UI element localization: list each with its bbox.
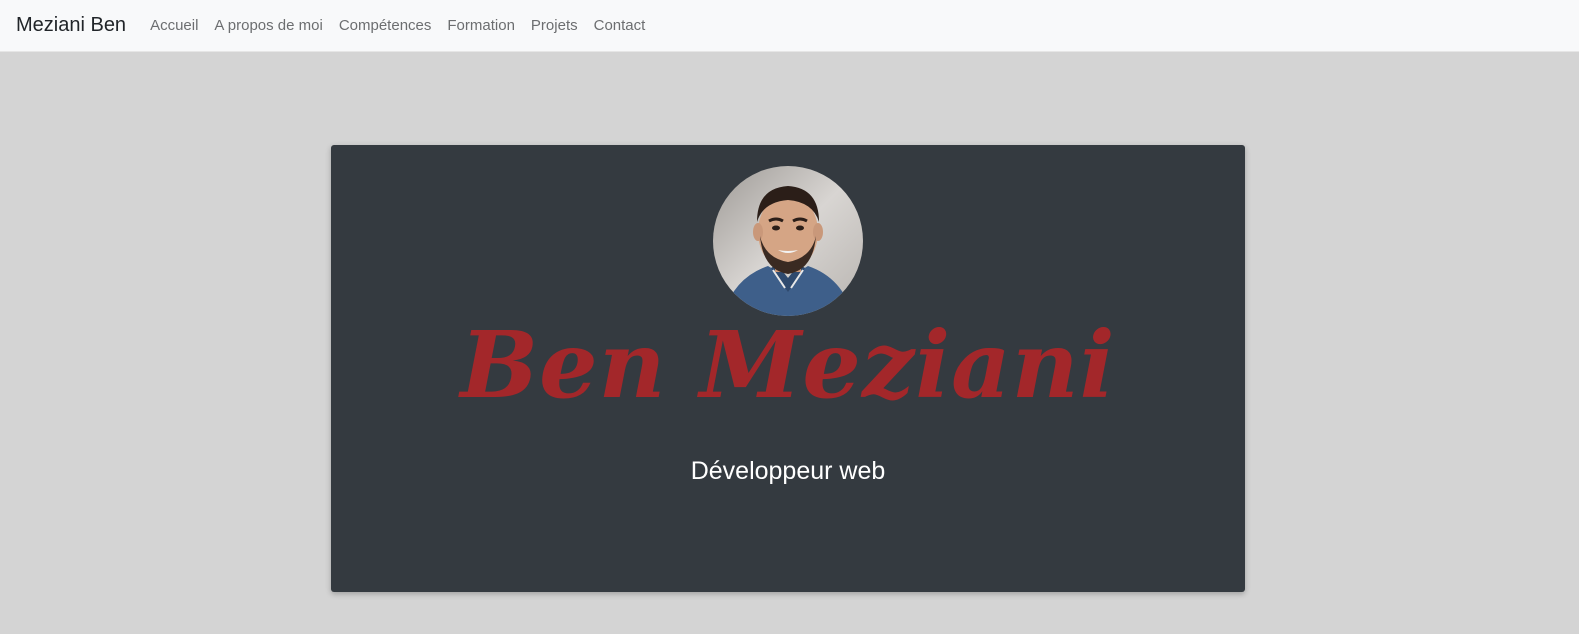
hero-name: Ben Meziani	[460, 311, 1116, 419]
nav-links: Accueil A propos de moi Compétences Form…	[150, 17, 661, 34]
nav-link-accueil[interactable]: Accueil	[150, 17, 198, 34]
nav-link-a-propos[interactable]: A propos de moi	[214, 17, 322, 34]
nav-link-formation[interactable]: Formation	[447, 17, 515, 34]
hero-subtitle: Développeur web	[690, 457, 886, 485]
profile-avatar	[713, 166, 863, 316]
nav-link-contact[interactable]: Contact	[594, 17, 646, 34]
navbar-brand[interactable]: Meziani Ben	[16, 14, 126, 37]
nav-link-competences[interactable]: Compétences	[339, 17, 432, 34]
profile-photo-icon	[713, 166, 863, 316]
hero-card: Ben Meziani Développeur web	[331, 145, 1245, 592]
nav-link-projets[interactable]: Projets	[531, 17, 578, 34]
top-navbar: Meziani Ben Accueil A propos de moi Comp…	[0, 0, 1579, 52]
